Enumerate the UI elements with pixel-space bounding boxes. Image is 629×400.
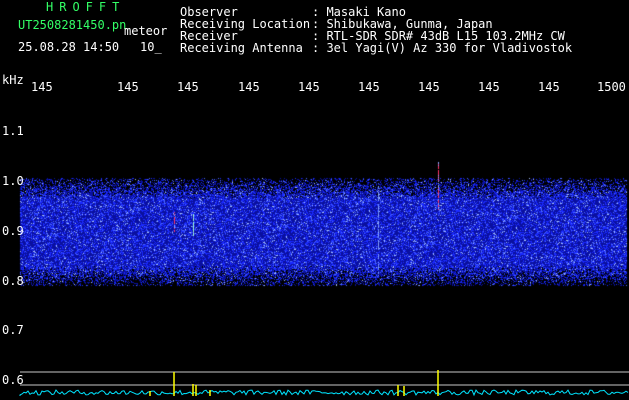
- y-tick-label: 0.6: [2, 373, 24, 387]
- spectrum-trace: [19, 370, 629, 397]
- x-tick-label: 145: [298, 80, 320, 94]
- x-tick-label: 145: [31, 80, 53, 94]
- interval: 10_: [140, 40, 162, 54]
- y-tick-label: 1.1: [2, 124, 24, 138]
- x-tick-label: 145: [117, 80, 139, 94]
- x-tick-label: 145: [478, 80, 500, 94]
- x-tick-label: 145: [538, 80, 560, 94]
- hrofft-screen: HROFFT UT2508281450.pn meteor 25.08.28 1…: [0, 0, 629, 400]
- x-tick-label: 145: [358, 80, 380, 94]
- filename: UT2508281450.pn: [18, 18, 127, 32]
- mode-label: meteor: [124, 24, 168, 38]
- x-tick-label: 145: [177, 80, 199, 94]
- unit-label: kHz: [2, 73, 24, 87]
- datetime: 25.08.28 14:50: [18, 40, 120, 54]
- x-tick-label: 1500: [597, 80, 626, 94]
- y-tick-label: 0.8: [2, 274, 24, 288]
- x-tick-label: 145: [238, 80, 260, 94]
- spectrum-line: [19, 389, 629, 397]
- antenna-label: Receiving Antenna: [180, 41, 303, 55]
- y-tick-label: 1.0: [2, 174, 24, 188]
- antenna-value: : 3el Yagi(V) Az 330 for Vladivostok: [312, 41, 573, 55]
- x-tick-label: 145: [418, 80, 440, 94]
- app-title: HROFFT: [46, 0, 126, 14]
- y-tick-label: 0.9: [2, 224, 24, 238]
- y-tick-label: 0.7: [2, 323, 24, 337]
